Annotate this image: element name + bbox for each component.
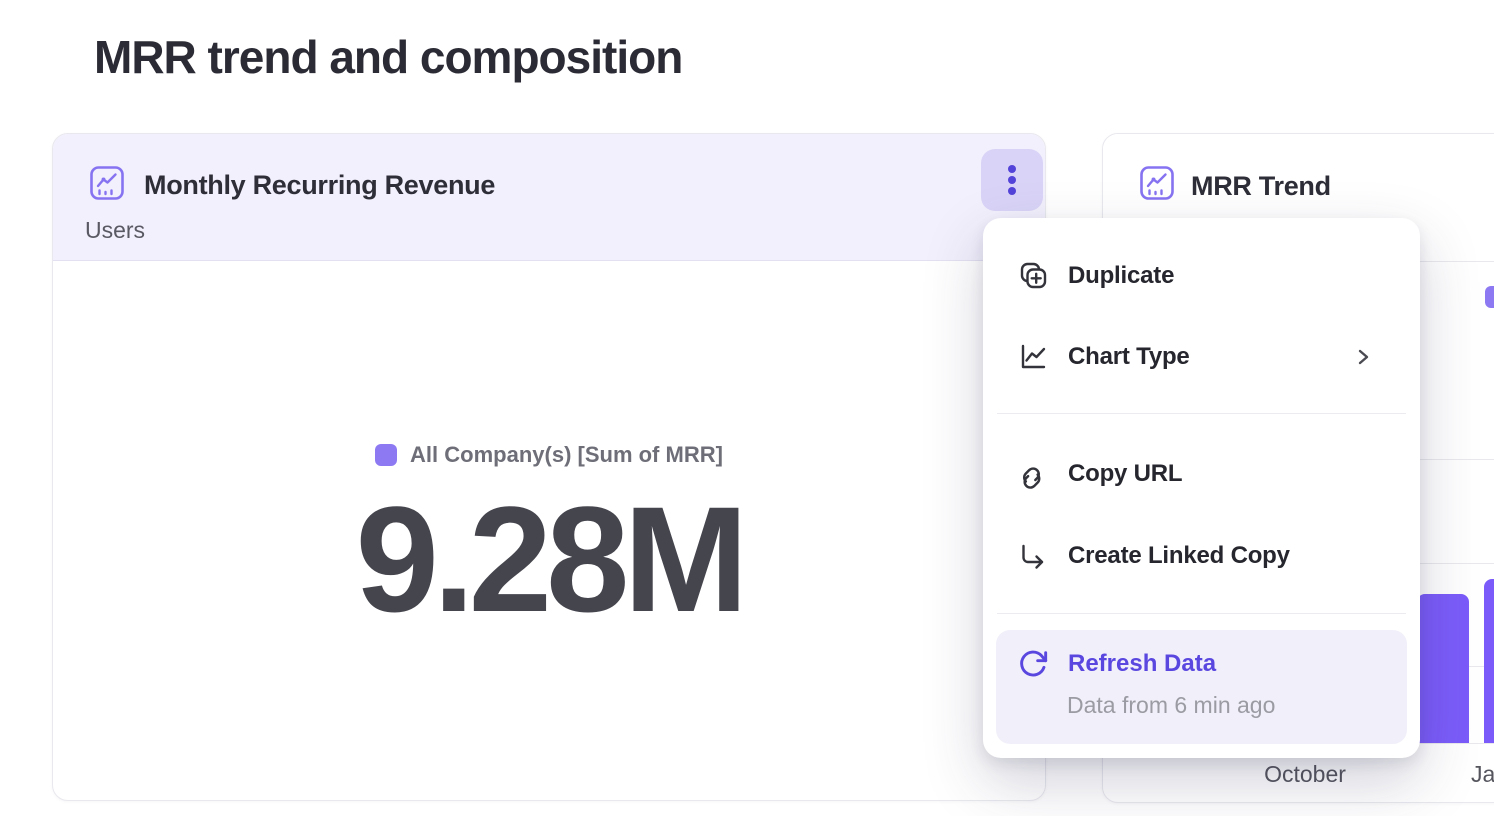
x-axis-label: Ja	[1471, 761, 1494, 788]
menu-item-label: Duplicate	[1068, 262, 1174, 290]
kebab-dot	[1008, 176, 1016, 184]
bar	[1417, 594, 1469, 743]
linked-copy-icon	[1017, 540, 1049, 572]
mrr-legend: All Company(s) [Sum of MRR]	[53, 442, 1045, 468]
menu-item-label: Refresh Data	[1068, 650, 1216, 678]
page-title: MRR trend and composition	[94, 30, 682, 84]
duplicate-icon	[1017, 260, 1049, 292]
bar	[1484, 579, 1494, 743]
legend-swatch-icon	[1485, 286, 1494, 308]
menu-item-chart-type[interactable]: Chart Type	[996, 325, 1407, 389]
refresh-row: Refresh Data	[1017, 648, 1216, 680]
menu-divider	[997, 413, 1406, 414]
combo-chart-icon	[89, 165, 125, 201]
kebab-dot	[1008, 187, 1016, 195]
combo-chart-icon	[1139, 165, 1175, 201]
mrr-card-header: Monthly Recurring Revenue Users	[53, 134, 1045, 261]
kebab-dot	[1008, 165, 1016, 173]
kebab-menu-button[interactable]	[981, 149, 1043, 211]
menu-item-refresh-data[interactable]: Refresh Data Data from 6 min ago	[996, 630, 1407, 744]
x-axis-label: October	[1255, 761, 1355, 788]
menu-item-label: Copy URL	[1068, 460, 1182, 488]
menu-item-label: Create Linked Copy	[1068, 542, 1290, 570]
refresh-data-age: Data from 6 min ago	[1067, 692, 1275, 719]
mrr-card-subtitle: Users	[85, 217, 145, 244]
chart-type-icon	[1017, 341, 1049, 373]
trend-card-title: MRR Trend	[1191, 171, 1331, 202]
menu-item-label: Chart Type	[1068, 343, 1190, 371]
mrr-kpi-value: 9.28M	[53, 473, 1045, 646]
menu-item-duplicate[interactable]: Duplicate	[996, 244, 1407, 308]
mrr-card: Monthly Recurring Revenue Users All Comp…	[52, 133, 1046, 801]
menu-item-create-linked-copy[interactable]: Create Linked Copy	[996, 524, 1407, 588]
refresh-icon	[1017, 648, 1049, 680]
menu-divider	[997, 613, 1406, 614]
menu-item-copy-url[interactable]: Copy URL	[996, 442, 1407, 506]
mrr-kpi-body: All Company(s) [Sum of MRR] 9.28M	[53, 261, 1045, 801]
card-context-menu: Duplicate Chart Type Copy URL	[983, 218, 1420, 758]
chevron-right-icon	[1353, 347, 1373, 370]
legend-swatch-icon	[375, 444, 397, 466]
link-icon	[1017, 458, 1049, 490]
mrr-card-title: Monthly Recurring Revenue	[144, 170, 495, 201]
mrr-legend-label: All Company(s) [Sum of MRR]	[410, 442, 723, 468]
